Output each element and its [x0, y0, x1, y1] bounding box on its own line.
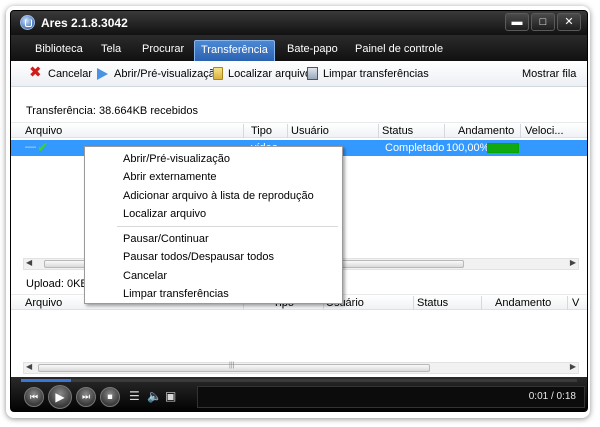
tab-bate-papo[interactable]: Bate-papo	[281, 40, 344, 61]
col-status[interactable]: Status	[382, 125, 413, 137]
locate-file-button[interactable]: Localizar arquivo	[228, 67, 311, 83]
playlist-icon[interactable]: ☰	[129, 390, 140, 402]
col-separator[interactable]	[444, 124, 445, 138]
window-title: Ares 2.1.8.3042	[41, 16, 128, 30]
menu-item-locate-file[interactable]: Localizar arquivo	[123, 208, 206, 220]
cancel-icon[interactable]: ✖	[29, 65, 43, 80]
folder-icon[interactable]	[213, 67, 223, 80]
seek-fill	[21, 379, 72, 382]
media-player-bar: ⏮ ▶ ⏭ ■ ☰ 🔈 ▣ 0:01 / 0:18	[11, 377, 587, 411]
stop-button[interactable]: ■	[100, 387, 120, 407]
col-usuario[interactable]: Usuário	[291, 125, 329, 137]
clear-transfers-button[interactable]: Limpar transferências	[323, 67, 429, 83]
tab-biblioteca[interactable]: Biblioteca	[29, 40, 89, 61]
scroll-left-icon[interactable]: ◀	[26, 362, 32, 371]
col-separator[interactable]	[413, 296, 414, 310]
next-icon: ⏭	[81, 391, 91, 402]
col-separator[interactable]	[287, 124, 288, 138]
col-separator[interactable]	[567, 296, 568, 310]
scroll-right-icon[interactable]: ▶	[570, 258, 576, 267]
col-andamento[interactable]: Andamento	[495, 297, 551, 309]
menu-item-pause-all[interactable]: Pausar todos/Despausar todos	[123, 251, 274, 263]
col-andamento[interactable]: Andamento	[458, 125, 514, 137]
menu-item-clear-transfers[interactable]: Limpar transferências	[123, 288, 229, 300]
time-readout: 0:01 / 0:18	[528, 391, 576, 402]
preview-icon[interactable]	[97, 68, 108, 80]
col-tipo[interactable]: Tipo	[251, 125, 272, 137]
row-status: Completado	[385, 142, 445, 154]
tree-dash: —	[25, 141, 36, 153]
checkmark-icon: ✔	[37, 139, 49, 155]
context-menu: Abrir/Pré-visualização Abrir externament…	[84, 146, 343, 304]
progress-fill	[488, 144, 518, 152]
title-bar[interactable]: Ares 2.1.8.3042 ▬ □ ✕	[11, 11, 587, 35]
minimize-button[interactable]: ▬	[505, 13, 529, 31]
screen-icon[interactable]: ▣	[165, 390, 176, 402]
download-grid-header: Arquivo Tipo Usuário Status Andamento Ve…	[11, 122, 587, 138]
menu-item-add-to-playlist[interactable]: Adicionar arquivo à lista de reprodução	[123, 190, 314, 202]
col-separator[interactable]	[243, 124, 244, 138]
stop-icon: ■	[107, 391, 113, 402]
col-status[interactable]: Status	[417, 297, 448, 309]
ares-logo-icon	[20, 15, 35, 30]
transfer-toolbar: ✖ Cancelar Abrir/Pré-visualização Locali…	[11, 61, 587, 87]
col-separator[interactable]	[520, 124, 521, 138]
tab-tela[interactable]: Tela	[95, 40, 127, 61]
grip-icon: |||	[229, 362, 235, 369]
col-velocidade[interactable]: Veloci...	[525, 125, 564, 137]
scroll-right-icon[interactable]: ▶	[570, 362, 576, 371]
open-preview-button[interactable]: Abrir/Pré-visualização	[114, 67, 221, 83]
trash-icon[interactable]	[307, 67, 318, 80]
cancel-button[interactable]: Cancelar	[48, 67, 92, 83]
scroll-left-icon[interactable]: ◀	[26, 258, 32, 267]
col-velocidade[interactable]: V	[572, 297, 579, 309]
maximize-button[interactable]: □	[531, 13, 555, 31]
transfer-status: Transferência: 38.664KB recebidos	[26, 105, 199, 117]
row-progress-text: 100,00%	[446, 142, 490, 154]
next-button[interactable]: ⏭	[76, 387, 96, 407]
menu-item-open-preview[interactable]: Abrir/Pré-visualização	[123, 153, 230, 165]
app-window: Ares 2.1.8.3042 ▬ □ ✕ Biblioteca Tela Pr…	[10, 10, 588, 412]
tab-painel-de-controle[interactable]: Painel de controle	[349, 40, 449, 61]
col-separator[interactable]	[481, 296, 482, 310]
close-button[interactable]: ✕	[557, 13, 581, 31]
col-arquivo[interactable]: Arquivo	[25, 125, 62, 137]
menu-item-open-externally[interactable]: Abrir externamente	[123, 171, 217, 183]
menu-item-cancel[interactable]: Cancelar	[123, 270, 167, 282]
main-tabs: Biblioteca Tela Procurar Transferência B…	[11, 35, 587, 61]
volume-icon[interactable]: 🔈	[147, 390, 162, 402]
col-arquivo[interactable]: Arquivo	[25, 297, 62, 309]
player-display: 0:01 / 0:18	[197, 386, 585, 408]
show-queue-button[interactable]: Mostrar fila	[522, 67, 576, 83]
seek-bar[interactable]	[21, 379, 577, 382]
play-icon: ▶	[55, 390, 65, 404]
col-separator[interactable]	[378, 124, 379, 138]
tab-transferencia[interactable]: Transferência	[194, 40, 275, 61]
upload-hscrollbar[interactable]: ◀ ||| ▶	[23, 362, 579, 374]
play-button[interactable]: ▶	[48, 385, 72, 409]
progress-bar	[487, 143, 519, 153]
previous-icon: ⏮	[29, 391, 39, 402]
window-controls: ▬ □ ✕	[505, 13, 581, 31]
tab-procurar[interactable]: Procurar	[136, 40, 190, 61]
menu-item-pause-continue[interactable]: Pausar/Continuar	[123, 233, 209, 245]
menu-separator	[117, 226, 338, 227]
scroll-thumb[interactable]: |||	[38, 362, 430, 372]
previous-button[interactable]: ⏮	[24, 387, 44, 407]
